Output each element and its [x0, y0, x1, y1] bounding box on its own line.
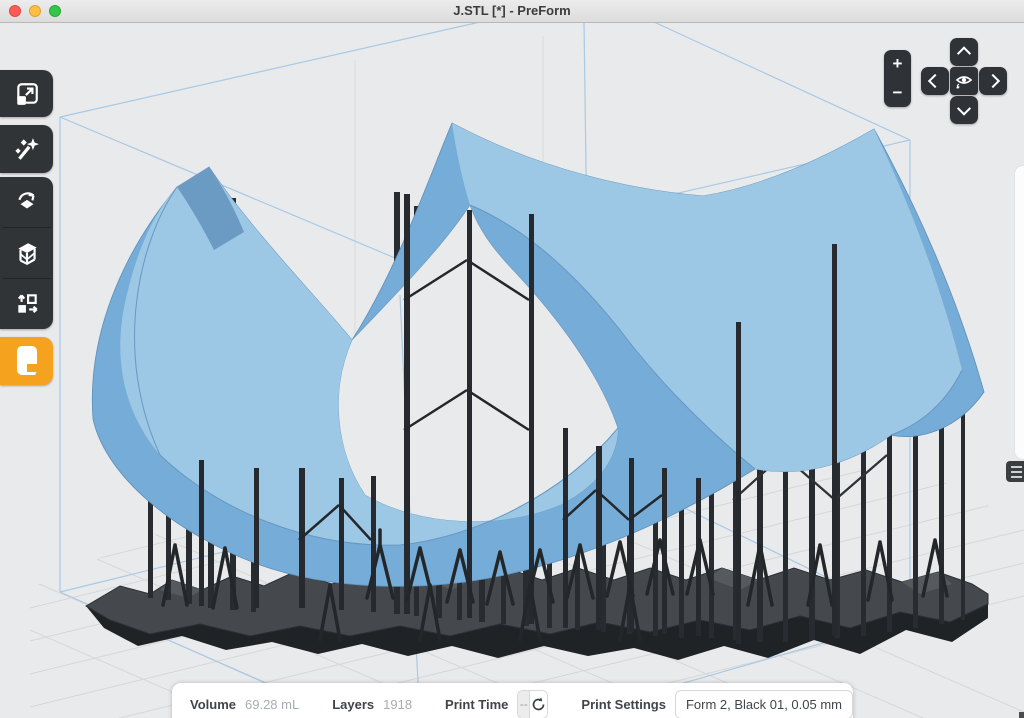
zoom-in-button[interactable]: +: [884, 50, 911, 79]
print-settings-selector[interactable]: Form 2, Black 01, 0.05 mm: [675, 690, 853, 718]
title-bar[interactable]: J.STL [*] - PreForm: [0, 0, 1024, 23]
print-time-label: Print Time: [445, 697, 508, 712]
supports-scaffold-icon: [14, 240, 40, 266]
curved-arrow-model[interactable]: [92, 123, 984, 586]
calculate-print-time-button[interactable]: [530, 691, 547, 718]
close-button[interactable]: [9, 5, 21, 17]
chevron-right-icon: [986, 74, 1000, 88]
minimize-button[interactable]: [29, 5, 41, 17]
menu-button[interactable]: [1006, 461, 1024, 482]
magic-wand-icon: [14, 136, 40, 162]
zoom-control: + −: [884, 50, 911, 107]
resize-model-icon: [14, 81, 40, 107]
orient-tool-button[interactable]: [0, 177, 53, 227]
print-settings-value: Form 2, Black 01, 0.05 mm: [686, 697, 842, 712]
printer-icon: [15, 345, 39, 377]
hamburger-menu-icon: [1011, 466, 1022, 468]
layout-tool-button[interactable]: [0, 279, 53, 329]
supports-tool-button[interactable]: [0, 228, 53, 278]
print-settings-label: Print Settings: [581, 697, 666, 712]
print-button[interactable]: [0, 337, 53, 385]
layout-arrange-icon: [14, 291, 40, 317]
window-resize-grip[interactable]: [1019, 712, 1024, 718]
refresh-icon: [530, 696, 547, 713]
rotate-model-icon: [14, 189, 40, 215]
chevron-left-icon: [928, 74, 942, 88]
volume-label: Volume: [190, 697, 236, 712]
layers-label: Layers: [332, 697, 374, 712]
pan-left-button[interactable]: [921, 67, 949, 95]
traffic-lights: [9, 0, 61, 22]
size-tool-button[interactable]: [0, 70, 53, 117]
window-title: J.STL [*] - PreForm: [0, 0, 1024, 22]
zoom-out-button[interactable]: −: [884, 79, 911, 108]
collapsed-side-panel: [1014, 165, 1024, 460]
print-time-widget: --: [517, 690, 548, 718]
chevron-up-icon: [957, 46, 971, 60]
pan-up-button[interactable]: [950, 38, 978, 66]
scene-canvas: [0, 0, 1024, 718]
zoom-window-button[interactable]: [49, 5, 61, 17]
view-orientation-eye-icon: [954, 73, 974, 89]
view-orientation-button[interactable]: [950, 67, 978, 95]
tool-group: [0, 177, 53, 329]
print-time-value: --: [518, 691, 530, 718]
volume-value: 69.28 mL: [245, 697, 299, 712]
chevron-down-icon: [957, 102, 971, 116]
one-click-print-button[interactable]: [0, 125, 53, 173]
preform-window: J.STL [*] - PreForm: [0, 0, 1024, 718]
layers-value: 1918: [383, 697, 412, 712]
pan-down-button[interactable]: [950, 96, 978, 124]
status-bar: Volume 69.28 mL Layers 1918 Print Time -…: [172, 683, 853, 718]
pan-right-button[interactable]: [979, 67, 1007, 95]
